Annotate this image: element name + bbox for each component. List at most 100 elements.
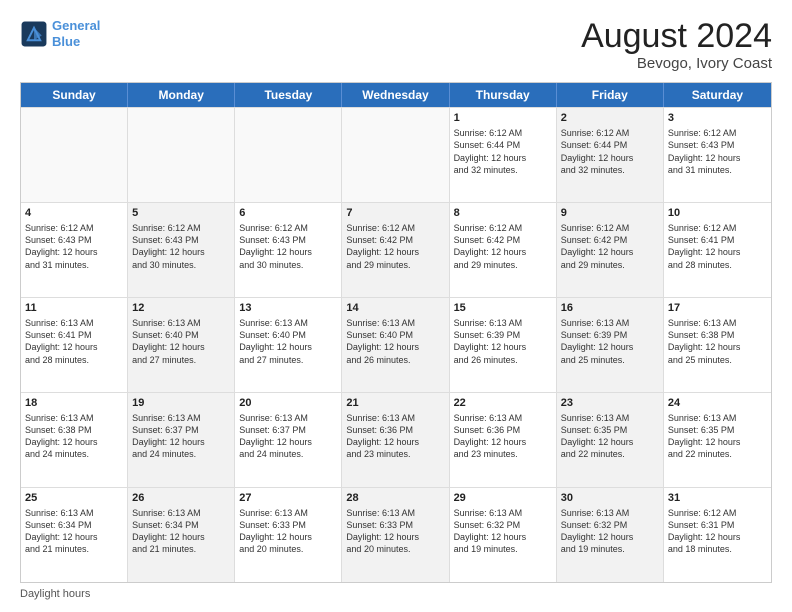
day-cell-1: 1Sunrise: 6:12 AM Sunset: 6:44 PM Daylig… <box>450 108 557 202</box>
day-text-27: Sunrise: 6:13 AM Sunset: 6:33 PM Dayligh… <box>239 507 337 556</box>
day-cell-21: 21Sunrise: 6:13 AM Sunset: 6:36 PM Dayli… <box>342 393 449 487</box>
day-text-4: Sunrise: 6:12 AM Sunset: 6:43 PM Dayligh… <box>25 222 123 271</box>
day-text-3: Sunrise: 6:12 AM Sunset: 6:43 PM Dayligh… <box>668 127 767 176</box>
day-text-12: Sunrise: 6:13 AM Sunset: 6:40 PM Dayligh… <box>132 317 230 366</box>
day-text-22: Sunrise: 6:13 AM Sunset: 6:36 PM Dayligh… <box>454 412 552 461</box>
day-text-23: Sunrise: 6:13 AM Sunset: 6:35 PM Dayligh… <box>561 412 659 461</box>
header-cell-saturday: Saturday <box>664 83 771 107</box>
day-text-2: Sunrise: 6:12 AM Sunset: 6:44 PM Dayligh… <box>561 127 659 176</box>
day-number-22: 22 <box>454 396 552 411</box>
day-text-16: Sunrise: 6:13 AM Sunset: 6:39 PM Dayligh… <box>561 317 659 366</box>
header-cell-monday: Monday <box>128 83 235 107</box>
logo-icon <box>20 20 48 48</box>
day-cell-5: 5Sunrise: 6:12 AM Sunset: 6:43 PM Daylig… <box>128 203 235 297</box>
day-text-31: Sunrise: 6:12 AM Sunset: 6:31 PM Dayligh… <box>668 507 767 556</box>
day-cell-8: 8Sunrise: 6:12 AM Sunset: 6:42 PM Daylig… <box>450 203 557 297</box>
empty-cell <box>128 108 235 202</box>
day-cell-31: 31Sunrise: 6:12 AM Sunset: 6:31 PM Dayli… <box>664 488 771 582</box>
day-text-26: Sunrise: 6:13 AM Sunset: 6:34 PM Dayligh… <box>132 507 230 556</box>
day-text-8: Sunrise: 6:12 AM Sunset: 6:42 PM Dayligh… <box>454 222 552 271</box>
day-cell-30: 30Sunrise: 6:13 AM Sunset: 6:32 PM Dayli… <box>557 488 664 582</box>
month-title: August 2024 <box>581 18 772 55</box>
day-cell-20: 20Sunrise: 6:13 AM Sunset: 6:37 PM Dayli… <box>235 393 342 487</box>
day-number-29: 29 <box>454 491 552 506</box>
day-cell-22: 22Sunrise: 6:13 AM Sunset: 6:36 PM Dayli… <box>450 393 557 487</box>
day-number-24: 24 <box>668 396 767 411</box>
day-cell-23: 23Sunrise: 6:13 AM Sunset: 6:35 PM Dayli… <box>557 393 664 487</box>
day-cell-3: 3Sunrise: 6:12 AM Sunset: 6:43 PM Daylig… <box>664 108 771 202</box>
day-text-5: Sunrise: 6:12 AM Sunset: 6:43 PM Dayligh… <box>132 222 230 271</box>
day-number-13: 13 <box>239 301 337 316</box>
day-cell-18: 18Sunrise: 6:13 AM Sunset: 6:38 PM Dayli… <box>21 393 128 487</box>
day-number-1: 1 <box>454 111 552 126</box>
day-cell-4: 4Sunrise: 6:12 AM Sunset: 6:43 PM Daylig… <box>21 203 128 297</box>
logo-line1: General <box>52 18 100 33</box>
day-cell-2: 2Sunrise: 6:12 AM Sunset: 6:44 PM Daylig… <box>557 108 664 202</box>
calendar-header-row: SundayMondayTuesdayWednesdayThursdayFrid… <box>21 83 771 107</box>
day-text-1: Sunrise: 6:12 AM Sunset: 6:44 PM Dayligh… <box>454 127 552 176</box>
day-cell-12: 12Sunrise: 6:13 AM Sunset: 6:40 PM Dayli… <box>128 298 235 392</box>
day-cell-6: 6Sunrise: 6:12 AM Sunset: 6:43 PM Daylig… <box>235 203 342 297</box>
day-cell-16: 16Sunrise: 6:13 AM Sunset: 6:39 PM Dayli… <box>557 298 664 392</box>
day-text-13: Sunrise: 6:13 AM Sunset: 6:40 PM Dayligh… <box>239 317 337 366</box>
day-text-29: Sunrise: 6:13 AM Sunset: 6:32 PM Dayligh… <box>454 507 552 556</box>
day-text-19: Sunrise: 6:13 AM Sunset: 6:37 PM Dayligh… <box>132 412 230 461</box>
day-text-18: Sunrise: 6:13 AM Sunset: 6:38 PM Dayligh… <box>25 412 123 461</box>
day-number-18: 18 <box>25 396 123 411</box>
day-text-21: Sunrise: 6:13 AM Sunset: 6:36 PM Dayligh… <box>346 412 444 461</box>
day-number-28: 28 <box>346 491 444 506</box>
day-number-20: 20 <box>239 396 337 411</box>
day-cell-13: 13Sunrise: 6:13 AM Sunset: 6:40 PM Dayli… <box>235 298 342 392</box>
page: General Blue August 2024 Bevogo, Ivory C… <box>0 0 792 612</box>
header-cell-tuesday: Tuesday <box>235 83 342 107</box>
empty-cell <box>21 108 128 202</box>
day-number-15: 15 <box>454 301 552 316</box>
day-number-21: 21 <box>346 396 444 411</box>
day-number-10: 10 <box>668 206 767 221</box>
header-cell-thursday: Thursday <box>450 83 557 107</box>
day-text-25: Sunrise: 6:13 AM Sunset: 6:34 PM Dayligh… <box>25 507 123 556</box>
day-text-9: Sunrise: 6:12 AM Sunset: 6:42 PM Dayligh… <box>561 222 659 271</box>
day-number-5: 5 <box>132 206 230 221</box>
day-text-30: Sunrise: 6:13 AM Sunset: 6:32 PM Dayligh… <box>561 507 659 556</box>
calendar-row-3: 11Sunrise: 6:13 AM Sunset: 6:41 PM Dayli… <box>21 297 771 392</box>
day-cell-28: 28Sunrise: 6:13 AM Sunset: 6:33 PM Dayli… <box>342 488 449 582</box>
day-text-17: Sunrise: 6:13 AM Sunset: 6:38 PM Dayligh… <box>668 317 767 366</box>
day-number-9: 9 <box>561 206 659 221</box>
day-number-4: 4 <box>25 206 123 221</box>
empty-cell <box>342 108 449 202</box>
day-cell-15: 15Sunrise: 6:13 AM Sunset: 6:39 PM Dayli… <box>450 298 557 392</box>
logo-line2: Blue <box>52 34 100 50</box>
day-text-10: Sunrise: 6:12 AM Sunset: 6:41 PM Dayligh… <box>668 222 767 271</box>
footer-note: Daylight hours <box>20 588 772 600</box>
day-number-23: 23 <box>561 396 659 411</box>
day-text-15: Sunrise: 6:13 AM Sunset: 6:39 PM Dayligh… <box>454 317 552 366</box>
day-number-19: 19 <box>132 396 230 411</box>
day-number-17: 17 <box>668 301 767 316</box>
day-text-28: Sunrise: 6:13 AM Sunset: 6:33 PM Dayligh… <box>346 507 444 556</box>
day-number-11: 11 <box>25 301 123 316</box>
day-number-3: 3 <box>668 111 767 126</box>
day-number-25: 25 <box>25 491 123 506</box>
location: Bevogo, Ivory Coast <box>581 55 772 72</box>
day-number-31: 31 <box>668 491 767 506</box>
calendar-row-5: 25Sunrise: 6:13 AM Sunset: 6:34 PM Dayli… <box>21 487 771 582</box>
calendar-row-1: 1Sunrise: 6:12 AM Sunset: 6:44 PM Daylig… <box>21 107 771 202</box>
calendar-row-4: 18Sunrise: 6:13 AM Sunset: 6:38 PM Dayli… <box>21 392 771 487</box>
calendar: SundayMondayTuesdayWednesdayThursdayFrid… <box>20 82 772 583</box>
day-number-12: 12 <box>132 301 230 316</box>
logo-text: General Blue <box>52 18 100 49</box>
day-text-11: Sunrise: 6:13 AM Sunset: 6:41 PM Dayligh… <box>25 317 123 366</box>
title-block: August 2024 Bevogo, Ivory Coast <box>581 18 772 72</box>
day-cell-7: 7Sunrise: 6:12 AM Sunset: 6:42 PM Daylig… <box>342 203 449 297</box>
day-cell-11: 11Sunrise: 6:13 AM Sunset: 6:41 PM Dayli… <box>21 298 128 392</box>
day-number-6: 6 <box>239 206 337 221</box>
header-cell-sunday: Sunday <box>21 83 128 107</box>
day-number-16: 16 <box>561 301 659 316</box>
day-cell-14: 14Sunrise: 6:13 AM Sunset: 6:40 PM Dayli… <box>342 298 449 392</box>
day-number-14: 14 <box>346 301 444 316</box>
header-cell-friday: Friday <box>557 83 664 107</box>
calendar-row-2: 4Sunrise: 6:12 AM Sunset: 6:43 PM Daylig… <box>21 202 771 297</box>
logo: General Blue <box>20 18 100 49</box>
day-number-26: 26 <box>132 491 230 506</box>
